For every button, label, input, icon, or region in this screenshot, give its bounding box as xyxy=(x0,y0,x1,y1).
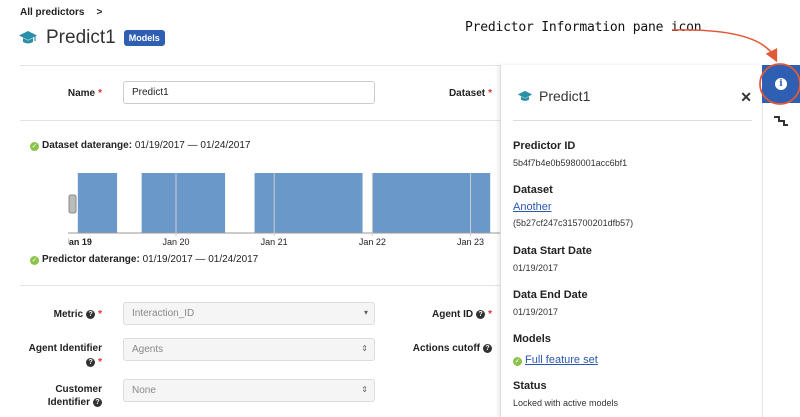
hierarchy-icon[interactable] xyxy=(773,115,789,127)
name-input[interactable]: Predict1 xyxy=(123,81,375,104)
agent-identifier-select[interactable]: Agents ⇕ xyxy=(123,338,375,361)
status-value: Locked with active models xyxy=(513,398,619,408)
daterange-timeline-chart[interactable]: Jan 19 Jan 20 Jan 21 Jan 22 Jan 23 xyxy=(68,165,500,250)
page: All predictors > Predict1 Models Name * Pr… xyxy=(0,0,800,417)
page-title: Predict1 xyxy=(46,27,116,48)
dataset-daterange: ✓ Dataset daterange: 01/19/2017 — 01/24/2… xyxy=(30,140,251,151)
data-end-date-label: Data End Date xyxy=(513,289,588,301)
data-end-date-value: 01/19/2017 xyxy=(513,307,559,317)
header-divider xyxy=(20,65,500,66)
name-label: Name * xyxy=(67,88,102,99)
check-circle-icon: ✓ xyxy=(513,357,522,366)
timeline-bar-1[interactable] xyxy=(141,173,226,233)
page-header: Predict1 Models xyxy=(18,27,165,49)
dataset-label: Dataset * xyxy=(448,88,492,99)
help-icon[interactable]: ? xyxy=(86,358,96,367)
check-circle-icon: ✓ xyxy=(30,256,39,265)
customer-identifier-label: Customer Identifier? xyxy=(47,384,102,408)
pane-divider xyxy=(513,120,752,121)
timeline-bar-3[interactable] xyxy=(372,173,491,233)
form-divider-2 xyxy=(20,285,500,286)
form-divider-1 xyxy=(20,120,500,121)
breadcrumb-all-predictors[interactable]: All predictors xyxy=(20,7,84,18)
predictor-id-value: 5b4f7b4e0b5980001acc6bf1 xyxy=(513,158,628,168)
help-icon[interactable]: ? xyxy=(86,310,96,319)
pane-title: Predict1 xyxy=(539,88,591,104)
select-caret-icon: ▾ xyxy=(363,308,368,317)
metric-select[interactable]: Interaction_ID ▾ xyxy=(123,302,375,325)
help-icon[interactable]: ? xyxy=(483,344,492,353)
timeline-bar-0[interactable] xyxy=(77,173,118,233)
full-feature-set-link[interactable]: Full feature set xyxy=(525,354,598,366)
agent-identifier-label: Agent Identifier? * xyxy=(28,343,102,368)
x-tick-label-0: Jan 19 xyxy=(68,237,92,247)
annotation-text: Predictor Information pane icon xyxy=(465,20,702,35)
metric-label: Metric? * xyxy=(53,309,102,320)
help-icon[interactable]: ? xyxy=(476,310,486,319)
predictor-id-label: Predictor ID xyxy=(513,140,576,152)
close-icon[interactable]: ✕ xyxy=(740,89,752,106)
help-icon[interactable]: ? xyxy=(93,398,102,407)
status-label: Status xyxy=(513,380,547,392)
customer-identifier-select[interactable]: None ⇕ xyxy=(123,379,375,402)
models-badge[interactable]: Models xyxy=(123,30,165,46)
actions-cutoff-label: Actions cutoff? xyxy=(400,343,492,354)
x-tick-label-4: Jan 23 xyxy=(457,237,484,247)
x-tick-label-3: Jan 22 xyxy=(359,237,386,247)
models-label: Models xyxy=(513,333,551,345)
dataset-label: Dataset xyxy=(513,184,553,196)
check-circle-icon: ✓ xyxy=(30,142,39,151)
x-tick-label-2: Jan 21 xyxy=(261,237,288,247)
range-handle[interactable] xyxy=(68,194,77,214)
select-caret-icon: ⇕ xyxy=(361,385,368,394)
x-tick-label-1: Jan 20 xyxy=(162,237,189,247)
timeline-bar-2[interactable] xyxy=(254,173,363,233)
breadcrumb-separator: > xyxy=(96,7,103,18)
dataset-id-value: (5b27cf247c315700201dfb57) xyxy=(513,218,634,228)
select-caret-icon: ⇕ xyxy=(361,344,368,353)
models-entry: ✓ Full feature set xyxy=(513,350,598,368)
graduation-cap-icon xyxy=(517,90,533,101)
breadcrumb: All predictors > xyxy=(20,7,102,18)
info-icon: i xyxy=(775,78,787,90)
data-start-date-label: Data Start Date xyxy=(513,245,592,257)
agent-id-label: Agent ID? * xyxy=(431,309,492,320)
graduation-cap-icon xyxy=(19,31,37,44)
predictor-information-pane: Predict1 ✕ Predictor ID 5b4f7b4e0b598000… xyxy=(500,65,762,417)
dataset-link[interactable]: Another xyxy=(513,201,552,213)
data-start-date-value: 01/19/2017 xyxy=(513,263,559,273)
predictor-daterange: ✓ Predictor daterange: 01/19/2017 — 01/24… xyxy=(30,254,259,265)
predictor-information-pane-button[interactable]: i xyxy=(762,65,800,103)
pane-header: Predict1 xyxy=(517,88,590,104)
